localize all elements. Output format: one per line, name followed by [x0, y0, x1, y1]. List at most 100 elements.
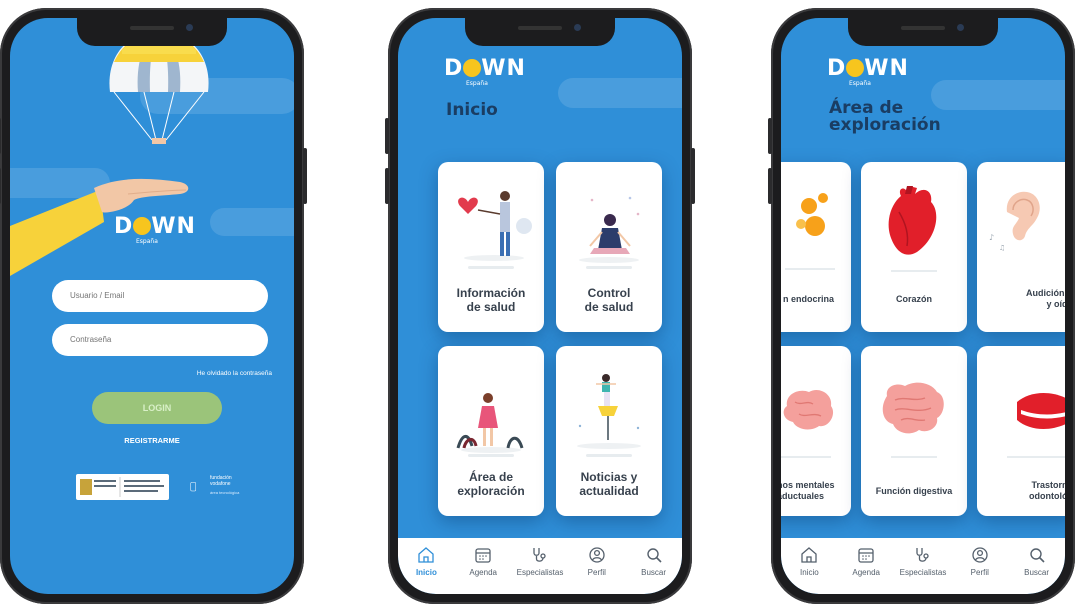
- parachute-balloon-illustration: [109, 32, 209, 144]
- down-espana-logo: D WN España: [444, 56, 526, 87]
- phone-home: D WN España Inicio Informaciónde salud: [385, 8, 695, 604]
- card-heart[interactable]: Corazón: [861, 162, 967, 332]
- foundation-name: fundación vodafone: [210, 475, 232, 487]
- svg-text:♫: ♫: [999, 244, 1005, 252]
- card-health-control[interactable]: Control de salud: [556, 162, 662, 332]
- card-dental[interactable]: Trastornoodontológ: [977, 346, 1065, 516]
- tab-label: Especialistas: [516, 568, 564, 577]
- login-screen: D WN España He olvidado la contraseña LOG…: [10, 18, 294, 594]
- search-icon: [1029, 548, 1045, 563]
- username-field[interactable]: [52, 280, 268, 312]
- phone-side-button: [0, 168, 1, 204]
- ear-illustration: ♪ ♫: [989, 191, 1040, 252]
- exploration-screen: D WN España Área de exploración n endocrin…: [781, 18, 1065, 594]
- government-logo: [76, 474, 169, 500]
- card-label: Función digestiva: [875, 486, 953, 496]
- card-label: Corazón: [896, 294, 932, 304]
- smiley-icon: [846, 59, 865, 77]
- home-icon: [418, 547, 435, 563]
- home-icon: [801, 547, 818, 563]
- girl-plants-illustration: [456, 393, 524, 453]
- tab-buscar[interactable]: Buscar: [1011, 546, 1063, 577]
- password-field[interactable]: [52, 324, 268, 356]
- card-label: Audición, ry oído: [1026, 288, 1065, 309]
- card-health-info[interactable]: Información de salud: [438, 162, 544, 332]
- tab-especialistas[interactable]: Especialistas: [514, 546, 566, 577]
- phone-exploration: D WN España Área de exploración n endocrin…: [768, 8, 1075, 604]
- page-title: Área de exploración: [829, 98, 941, 135]
- tab-label: Perfil: [970, 568, 989, 577]
- phone-login: D WN España He olvidado la contraseña LOG…: [0, 8, 307, 604]
- bottom-tab-bar: Inicio Agenda Especialistas Perfil Busca…: [781, 538, 1065, 594]
- down-espana-logo: D WN España: [114, 214, 196, 245]
- home-screen: D WN España Inicio Informaciónde salud: [398, 18, 682, 594]
- card-endocrine[interactable]: n endocrina: [781, 162, 851, 332]
- smiley-icon: [463, 59, 482, 77]
- card-exploration-area[interactable]: Área de exploración: [438, 346, 544, 516]
- card-label: Noticias y actualidad: [579, 470, 639, 499]
- card-mental-disorders[interactable]: nos mentales aductuales: [781, 346, 851, 516]
- logo-letter: D: [444, 56, 464, 81]
- bottom-tab-bar: Inicio Agenda Especialistas Perfil Busca…: [398, 538, 682, 594]
- register-link[interactable]: REGISTRARME: [10, 436, 294, 445]
- tab-label: Especialistas: [899, 568, 947, 577]
- phone-power-button: [303, 148, 307, 204]
- tab-label: Inicio: [415, 568, 437, 577]
- tab-label: Perfil: [587, 568, 606, 577]
- card-digestive[interactable]: Función digestiva: [861, 346, 967, 516]
- card-hearing[interactable]: ♪ ♫ Audición, ry oído: [977, 162, 1065, 332]
- lips-illustration: [1007, 393, 1065, 458]
- tab-label: Inicio: [800, 568, 819, 577]
- foundation-subtitle: área tecnológica: [210, 490, 240, 495]
- card-label: n endocrina: [783, 294, 835, 304]
- brain-illustration: [781, 389, 834, 458]
- logo-letters: WN: [151, 214, 196, 239]
- logo-letter: D: [827, 56, 847, 81]
- tab-inicio[interactable]: Inicio: [400, 546, 452, 577]
- notch: [77, 18, 227, 46]
- meditation-illustration: [579, 196, 640, 263]
- logo-subtitle: España: [466, 80, 488, 87]
- svg-text:♪: ♪: [989, 233, 994, 242]
- background-cloud: [558, 78, 682, 108]
- phone-side-button: [768, 168, 772, 204]
- balance-figure-illustration: [577, 374, 641, 449]
- phone-side-button: [385, 168, 389, 204]
- logo-letter: D: [114, 214, 134, 239]
- forgot-password-link[interactable]: He olvidado la contraseña: [197, 370, 272, 377]
- heart-illustration: [888, 186, 937, 272]
- notch: [848, 18, 998, 46]
- glands-illustration: [785, 193, 835, 270]
- logo-letters: WN: [481, 56, 526, 81]
- card-label: Control de salud: [584, 286, 634, 315]
- card-label: Área de exploración: [457, 470, 525, 499]
- tab-inicio[interactable]: Inicio: [783, 546, 835, 577]
- login-button[interactable]: LOGIN: [92, 392, 222, 424]
- tab-perfil[interactable]: Perfil: [954, 546, 1006, 577]
- tab-especialistas[interactable]: Especialistas: [897, 546, 949, 577]
- phone-side-button: [385, 118, 389, 154]
- card-news[interactable]: Noticias y actualidad: [556, 346, 662, 516]
- phone-power-button: [691, 148, 695, 204]
- phone-side-button: [0, 118, 1, 154]
- tab-label: Agenda: [852, 568, 880, 577]
- doctor-heart-illustration: [458, 191, 532, 261]
- phone-side-button: [768, 118, 772, 154]
- tab-label: Buscar: [1024, 568, 1050, 577]
- tab-agenda[interactable]: Agenda: [457, 546, 509, 577]
- logo-letters: WN: [864, 56, 909, 81]
- logo-subtitle: España: [849, 80, 871, 87]
- calendar-icon: [858, 548, 874, 563]
- tab-perfil[interactable]: Perfil: [571, 546, 623, 577]
- card-label: Trastornoodontológ: [1029, 480, 1065, 501]
- background-cloud: [931, 80, 1065, 110]
- logo-subtitle: España: [136, 238, 158, 245]
- profile-icon: [589, 547, 605, 563]
- tab-label: Buscar: [641, 568, 667, 577]
- tab-buscar[interactable]: Buscar: [628, 546, 680, 577]
- profile-icon: [972, 547, 988, 563]
- page-title: Inicio: [446, 100, 498, 120]
- background-cloud: [210, 208, 294, 236]
- tab-agenda[interactable]: Agenda: [840, 546, 892, 577]
- card-label: nos mentales aductuales: [781, 480, 835, 501]
